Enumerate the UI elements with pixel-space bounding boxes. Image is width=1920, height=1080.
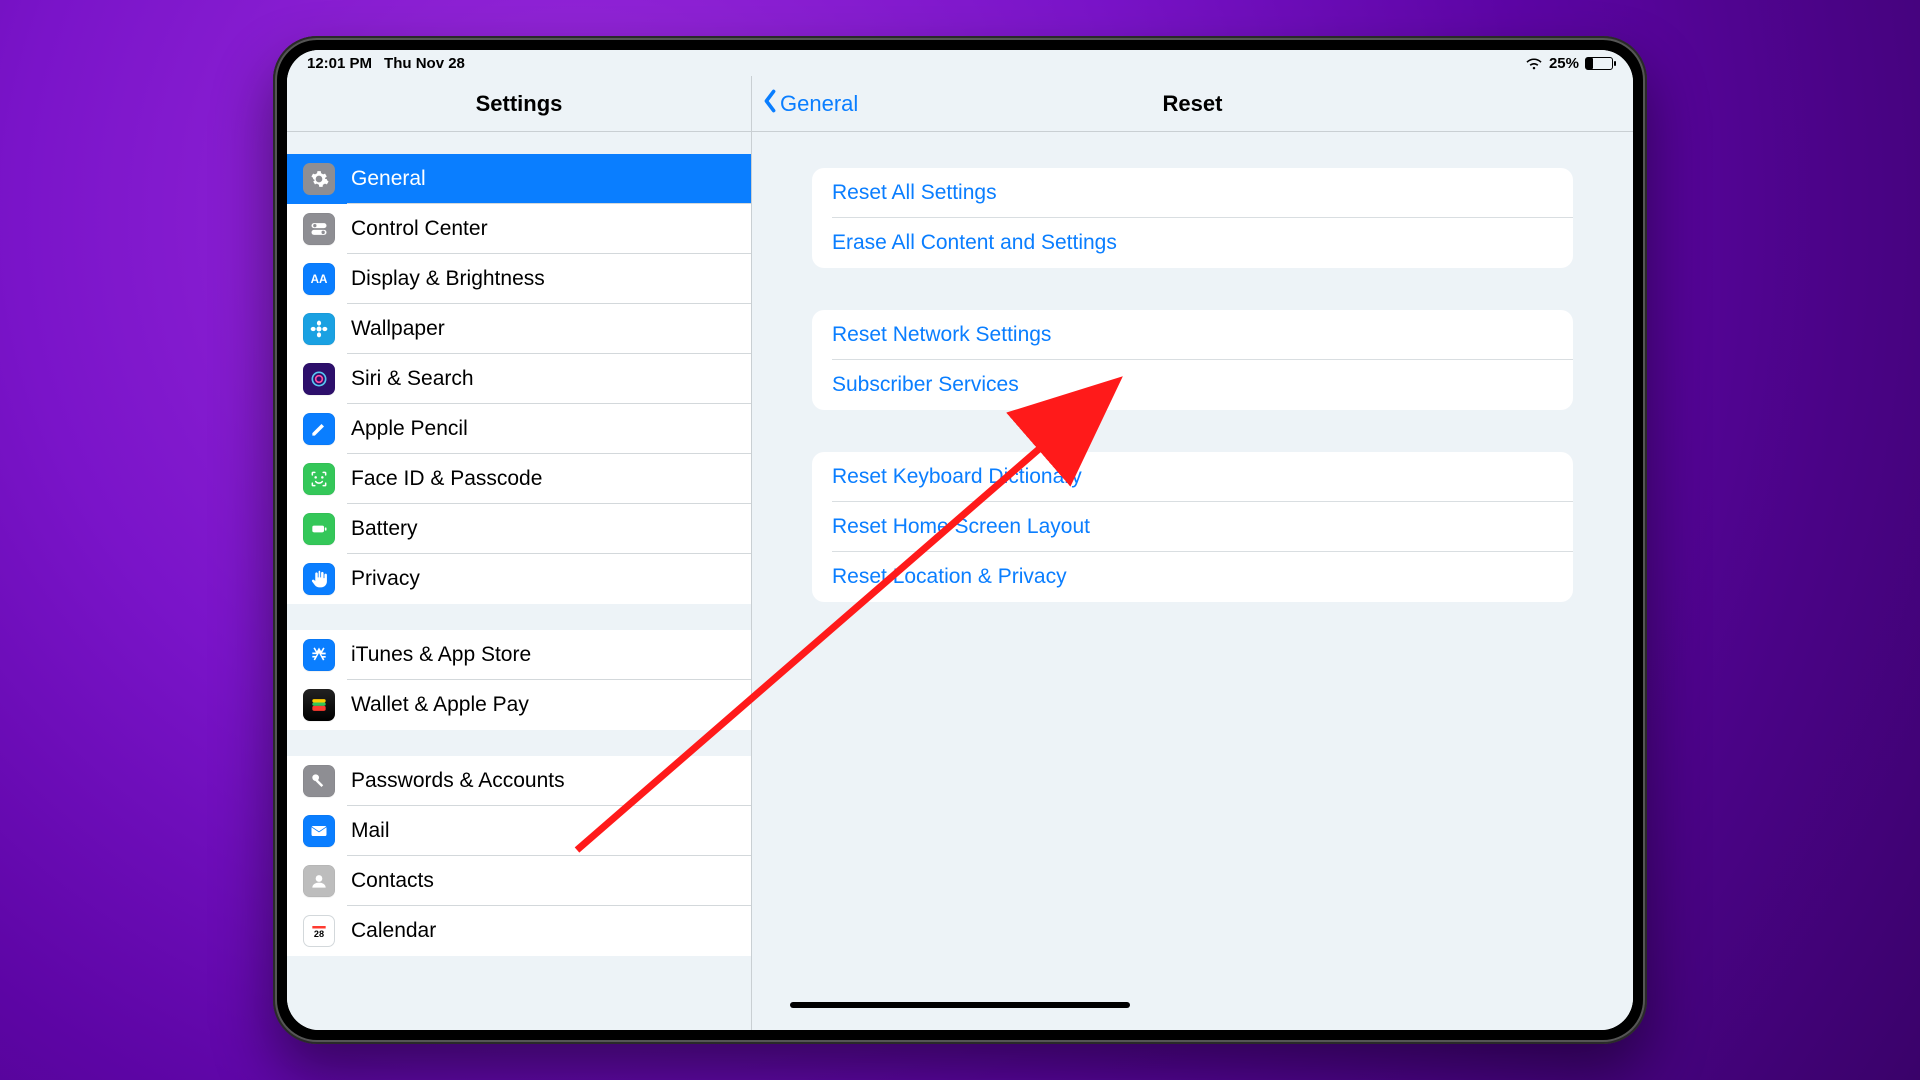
wifi-icon <box>1525 56 1543 70</box>
detail-pane: General Reset Reset All SettingsErase Al… <box>752 76 1633 1030</box>
pencil-icon <box>303 413 335 445</box>
sidebar-item-label: Apple Pencil <box>351 417 468 441</box>
sidebar-list[interactable]: General Control Center AA Display & Brightn… <box>287 132 751 1030</box>
sidebar-item-label: Face ID & Passcode <box>351 467 542 491</box>
sidebar-item-label: Passwords & Accounts <box>351 769 565 793</box>
reset-item-reset-all[interactable]: Reset All Settings <box>812 168 1573 218</box>
calendar-icon: 28 <box>303 915 335 947</box>
sidebar-item-label: Calendar <box>351 919 436 943</box>
tablet-frame: 12:01 PM Thu Nov 28 25% Settings General… <box>273 36 1647 1044</box>
aa-icon: AA <box>303 263 335 295</box>
reset-group: Reset Keyboard DictionaryReset Home Scre… <box>812 452 1573 602</box>
svg-text:AA: AA <box>311 273 328 286</box>
sidebar-item-calendar[interactable]: 28 Calendar <box>287 906 751 956</box>
battery-icon <box>303 513 335 545</box>
sidebar-item-privacy[interactable]: Privacy <box>287 554 751 604</box>
sidebar-item-label: Wallet & Apple Pay <box>351 693 529 717</box>
key-icon <box>303 765 335 797</box>
detail-header: General Reset <box>752 76 1633 132</box>
status-time: 12:01 PM <box>307 55 372 72</box>
sidebar-item-wallpaper[interactable]: Wallpaper <box>287 304 751 354</box>
sidebar-group: General Control Center AA Display & Brightn… <box>287 154 751 604</box>
sidebar-item-label: Siri & Search <box>351 367 474 391</box>
sidebar-title: Settings <box>287 76 751 132</box>
sidebar-item-label: Mail <box>351 819 390 843</box>
sidebar-item-label: Battery <box>351 517 418 541</box>
sidebar-item-faceid[interactable]: Face ID & Passcode <box>287 454 751 504</box>
split-view: Settings General Control Center AA Display … <box>287 76 1633 1030</box>
sidebar-item-siri[interactable]: Siri & Search <box>287 354 751 404</box>
home-indicator[interactable] <box>790 1002 1130 1008</box>
reset-group: Reset All SettingsErase All Content and … <box>812 168 1573 268</box>
sidebar-item-display[interactable]: AA Display & Brightness <box>287 254 751 304</box>
envelope-icon <box>303 815 335 847</box>
reset-item-reset-home[interactable]: Reset Home Screen Layout <box>812 502 1573 552</box>
reset-item-reset-network[interactable]: Reset Network Settings <box>812 310 1573 360</box>
status-left: 12:01 PM Thu Nov 28 <box>307 55 465 72</box>
sidebar-group: Passwords & Accounts Mail Contacts 28 Calend… <box>287 756 751 956</box>
sidebar-item-label: Contacts <box>351 869 434 893</box>
back-button[interactable]: General <box>762 89 858 119</box>
gear-icon <box>303 163 335 195</box>
status-date: Thu Nov 28 <box>384 55 465 72</box>
sidebar-group: iTunes & App Store Wallet & Apple Pay <box>287 630 751 730</box>
reset-item-reset-location[interactable]: Reset Location & Privacy <box>812 552 1573 602</box>
sidebar-item-label: Wallpaper <box>351 317 445 341</box>
toggles-icon <box>303 213 335 245</box>
flower-icon <box>303 313 335 345</box>
sidebar-item-contacts[interactable]: Contacts <box>287 856 751 906</box>
reset-item-reset-keyboard[interactable]: Reset Keyboard Dictionary <box>812 452 1573 502</box>
back-label: General <box>780 91 858 117</box>
sidebar-item-passwords[interactable]: Passwords & Accounts <box>287 756 751 806</box>
reset-group: Reset Network SettingsSubscriber Service… <box>812 310 1573 410</box>
sidebar-item-battery[interactable]: Battery <box>287 504 751 554</box>
status-bar: 12:01 PM Thu Nov 28 25% <box>287 50 1633 76</box>
screen: 12:01 PM Thu Nov 28 25% Settings General… <box>287 50 1633 1030</box>
settings-sidebar: Settings General Control Center AA Display … <box>287 76 752 1030</box>
sidebar-item-label: Privacy <box>351 567 420 591</box>
reset-item-subscriber[interactable]: Subscriber Services <box>812 360 1573 410</box>
sidebar-item-label: Display & Brightness <box>351 267 545 291</box>
battery-percent: 25% <box>1549 55 1579 72</box>
siri-icon <box>303 363 335 395</box>
astore-icon <box>303 639 335 671</box>
contacts-icon <box>303 865 335 897</box>
chevron-left-icon <box>762 89 778 119</box>
status-right: 25% <box>1525 55 1613 72</box>
sidebar-item-label: General <box>351 167 426 191</box>
detail-content: Reset All SettingsErase All Content and … <box>752 132 1633 1030</box>
sidebar-item-label: Control Center <box>351 217 488 241</box>
sidebar-item-pencil[interactable]: Apple Pencil <box>287 404 751 454</box>
wallet-icon <box>303 689 335 721</box>
detail-title: Reset <box>1163 91 1223 117</box>
sidebar-item-general[interactable]: General <box>287 154 751 204</box>
reset-item-erase-all[interactable]: Erase All Content and Settings <box>812 218 1573 268</box>
sidebar-item-control[interactable]: Control Center <box>287 204 751 254</box>
svg-text:28: 28 <box>314 929 324 939</box>
sidebar-item-wallet[interactable]: Wallet & Apple Pay <box>287 680 751 730</box>
sidebar-item-itunes[interactable]: iTunes & App Store <box>287 630 751 680</box>
sidebar-item-label: iTunes & App Store <box>351 643 531 667</box>
face-icon <box>303 463 335 495</box>
battery-icon <box>1585 57 1613 70</box>
hand-icon <box>303 563 335 595</box>
sidebar-item-mail[interactable]: Mail <box>287 806 751 856</box>
